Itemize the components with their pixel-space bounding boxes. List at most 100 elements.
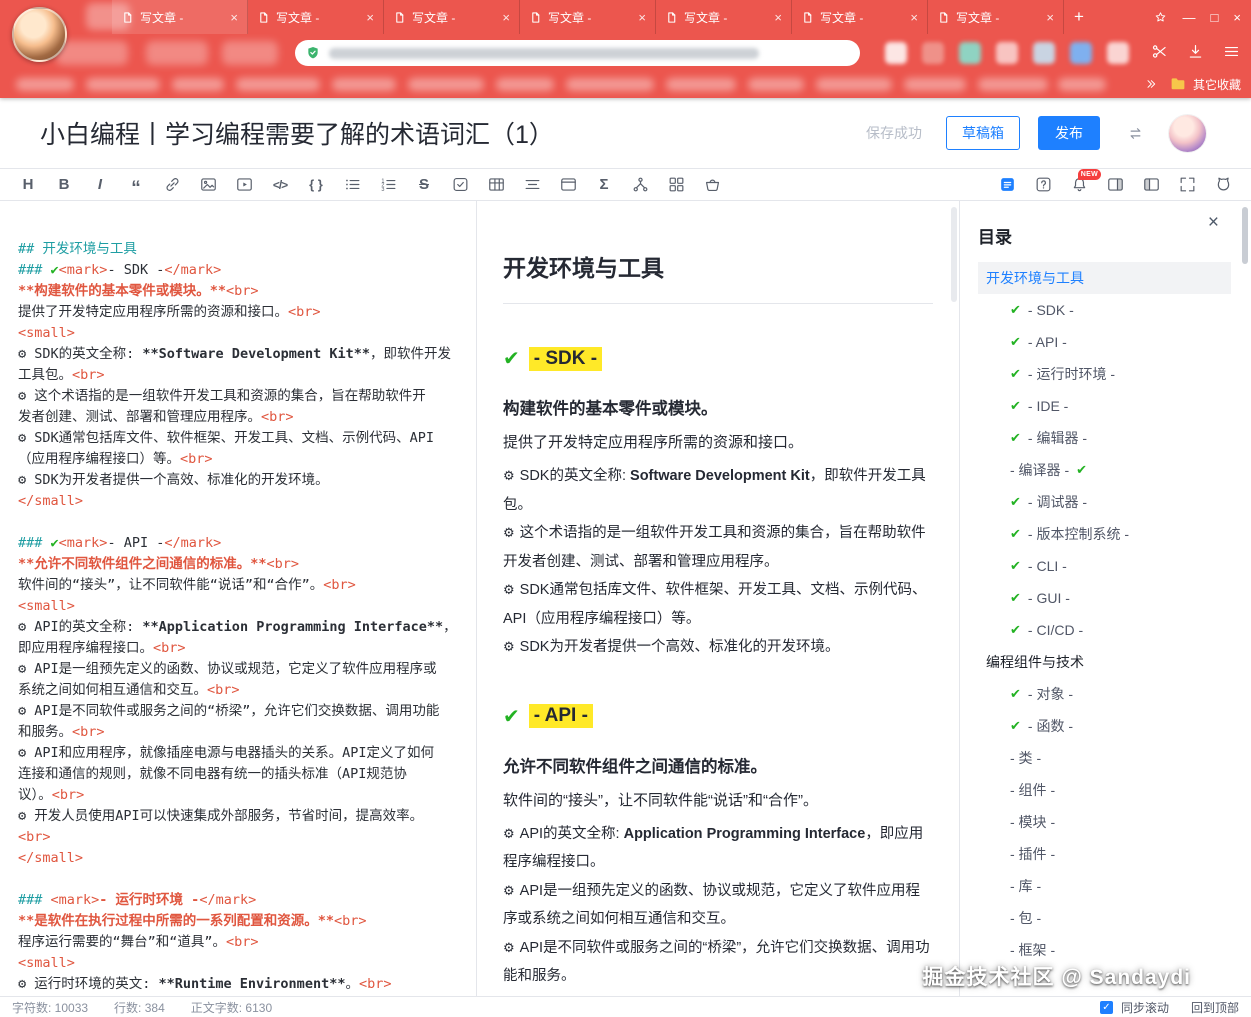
- unordered-list-icon[interactable]: [334, 172, 370, 198]
- toc-item[interactable]: - 插件 -: [1002, 838, 1231, 870]
- blurred-region: [978, 78, 1048, 91]
- italic-icon[interactable]: I: [82, 172, 118, 198]
- inline-code-icon[interactable]: </>: [262, 172, 298, 198]
- grid-icon[interactable]: [658, 172, 694, 198]
- menu-icon[interactable]: [1222, 42, 1241, 61]
- align-icon[interactable]: [514, 172, 550, 198]
- toc-item-label: - 版本控制系统 -: [1028, 524, 1129, 544]
- toc-item[interactable]: - 库 -: [1002, 870, 1231, 902]
- markdown-toolbar: HBI“ </>{ } 123S Σ NEW: [0, 168, 1251, 201]
- toc-item[interactable]: ✔- SDK -: [1002, 294, 1231, 326]
- reading-view-icon[interactable]: [989, 172, 1025, 198]
- cat-icon[interactable]: [1205, 172, 1241, 198]
- link-icon[interactable]: [154, 172, 190, 198]
- browser-chrome: 写文章 -×写文章 -×写文章 -×写文章 -×写文章 -×写文章 -×写文章 …: [0, 0, 1251, 98]
- toc-close-icon[interactable]: ×: [1208, 213, 1219, 232]
- tab-close-icon[interactable]: ×: [1046, 10, 1054, 25]
- minimize-button[interactable]: —: [1183, 10, 1196, 25]
- editor-line: ### ✔<mark>- SDK -</mark>: [18, 260, 460, 281]
- tab-close-icon[interactable]: ×: [910, 10, 918, 25]
- preview-bullet: ⚙API是不同软件或服务之间的“桥梁”，允许它们交换数据、调用功能和服务。: [503, 934, 933, 991]
- browser-profile-avatar[interactable]: [12, 7, 67, 62]
- sync-scroll-label[interactable]: 同步滚动: [1121, 999, 1169, 1016]
- strikethrough-icon[interactable]: S: [406, 172, 442, 198]
- toc-item[interactable]: - 编译器 -✔: [1002, 454, 1231, 486]
- toc-item[interactable]: ✔- CLI -: [1002, 550, 1231, 582]
- toc-item[interactable]: ✔- 调试器 -: [1002, 486, 1231, 518]
- diagram-icon[interactable]: [622, 172, 658, 198]
- tab-close-icon[interactable]: ×: [502, 10, 510, 25]
- tab-close-icon[interactable]: ×: [638, 10, 646, 25]
- toc-item[interactable]: ✔- 版本控制系统 -: [1002, 518, 1231, 550]
- new-tab-button[interactable]: +: [1064, 0, 1094, 34]
- toc-item[interactable]: - 模块 -: [1002, 806, 1231, 838]
- toc-item[interactable]: 开发环境与工具: [978, 262, 1231, 294]
- tab-close-icon[interactable]: ×: [230, 10, 238, 25]
- more-bookmarks-icon[interactable]: [1143, 76, 1159, 92]
- editor-line: ### ✔<mark>- API -</mark>: [18, 533, 460, 554]
- user-avatar[interactable]: [1169, 115, 1206, 152]
- sync-arrows-icon[interactable]: [1126, 124, 1145, 143]
- check-icon: ✔: [1010, 718, 1021, 734]
- formula-icon[interactable]: Σ: [586, 172, 622, 198]
- window-icon[interactable]: [550, 172, 586, 198]
- toc-item[interactable]: ✔- 编辑器 -: [1002, 422, 1231, 454]
- tab-close-icon[interactable]: ×: [774, 10, 782, 25]
- publish-button[interactable]: 发布: [1038, 116, 1100, 150]
- toc-item[interactable]: ✔- GUI -: [1002, 582, 1231, 614]
- download-icon[interactable]: [1186, 42, 1205, 61]
- browser-tab[interactable]: 写文章 -×: [656, 0, 792, 34]
- quote-icon[interactable]: “: [118, 172, 154, 198]
- toc-item[interactable]: ✔- IDE -: [1002, 390, 1231, 422]
- other-bookmarks-folder[interactable]: 其它收藏: [1169, 75, 1241, 93]
- browser-tab[interactable]: 写文章 -×: [248, 0, 384, 34]
- favorites-star-icon[interactable]: [1153, 10, 1168, 25]
- fullscreen-icon[interactable]: [1169, 172, 1205, 198]
- toc-item[interactable]: ✔- 对象 -: [1002, 678, 1231, 710]
- close-button[interactable]: ×: [1233, 10, 1241, 25]
- market-icon[interactable]: [694, 172, 730, 198]
- editor-line: </small>: [18, 491, 460, 512]
- editor-line: ⚙ SDK的英文全称: **Software Development Kit**…: [18, 344, 460, 365]
- toc-item[interactable]: - 框架 -: [1002, 934, 1231, 966]
- article-title-input[interactable]: 小白编程丨学习编程需要了解的术语词汇（1）: [40, 115, 866, 151]
- gear-icon: ⚙: [503, 468, 515, 483]
- heading-icon[interactable]: H: [10, 172, 46, 198]
- statusbar-right: ✓ 同步滚动 回到顶部: [1100, 999, 1239, 1016]
- toc-item[interactable]: ✔- API -: [1002, 326, 1231, 358]
- help-icon[interactable]: [1025, 172, 1061, 198]
- browser-tab[interactable]: 写文章 -×: [928, 0, 1064, 34]
- toc-item[interactable]: 编程组件与技术: [978, 646, 1231, 678]
- sync-scroll-checkbox[interactable]: ✓: [1100, 1001, 1113, 1014]
- code-block-icon[interactable]: { }: [298, 172, 334, 198]
- markdown-source-editor[interactable]: ## 开发环境与工具### ✔<mark>- SDK -</mark>**构建软…: [0, 201, 477, 996]
- table-icon[interactable]: [478, 172, 514, 198]
- url-bar[interactable]: [295, 40, 860, 66]
- collapse-left-icon[interactable]: [1133, 172, 1169, 198]
- bold-icon[interactable]: B: [46, 172, 82, 198]
- tab-close-icon[interactable]: ×: [366, 10, 374, 25]
- collapse-right-icon[interactable]: [1097, 172, 1133, 198]
- toc-item[interactable]: - 组件 -: [1002, 774, 1231, 806]
- back-to-top-link[interactable]: 回到顶部: [1191, 999, 1239, 1016]
- blurred-favicon: [922, 42, 944, 64]
- toc-item[interactable]: ✔- CI/CD -: [1002, 614, 1231, 646]
- toc-item[interactable]: ✔- 运行时环境 -: [1002, 358, 1231, 390]
- video-icon[interactable]: [226, 172, 262, 198]
- toc-item[interactable]: - 类 -: [1002, 742, 1231, 774]
- draft-box-button[interactable]: 草稿箱: [946, 116, 1020, 150]
- maximize-button[interactable]: □: [1211, 10, 1219, 25]
- promo-icon[interactable]: NEW: [1061, 172, 1097, 198]
- toc-item[interactable]: ✔- 函数 -: [1002, 710, 1231, 742]
- screenshot-scissors-icon[interactable]: [1150, 42, 1169, 61]
- browser-tab[interactable]: 写文章 -×: [384, 0, 520, 34]
- preview-scrollbar[interactable]: [951, 207, 957, 302]
- toc-item[interactable]: - 包 -: [1002, 902, 1231, 934]
- ordered-list-icon[interactable]: 123: [370, 172, 406, 198]
- toc-scrollbar[interactable]: [1242, 207, 1248, 264]
- browser-tab[interactable]: 写文章 -×: [112, 0, 248, 34]
- task-list-icon[interactable]: [442, 172, 478, 198]
- browser-tab[interactable]: 写文章 -×: [792, 0, 928, 34]
- image-icon[interactable]: [190, 172, 226, 198]
- browser-tab[interactable]: 写文章 -×: [520, 0, 656, 34]
